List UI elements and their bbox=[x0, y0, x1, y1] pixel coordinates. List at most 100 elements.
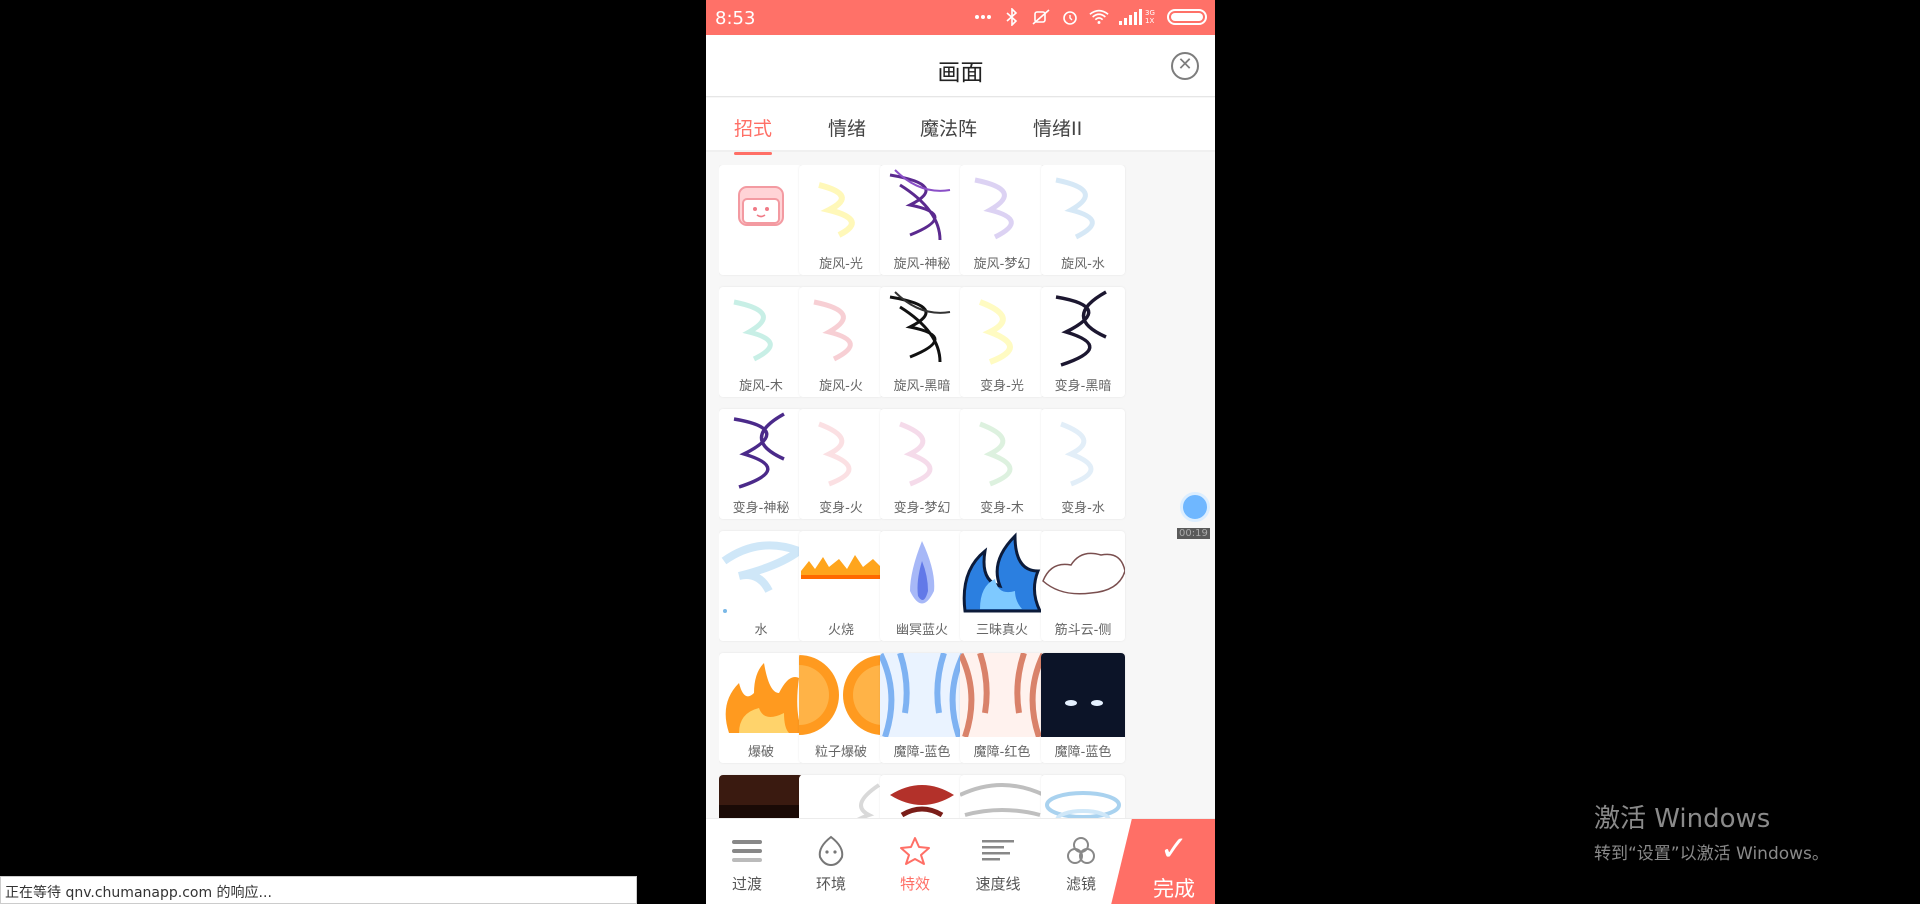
effect-tile[interactable]: 水 bbox=[719, 531, 803, 641]
done-label: 完成 bbox=[1153, 877, 1195, 901]
tab-emotion[interactable]: 情绪 bbox=[828, 114, 866, 141]
effect-tile[interactable]: 魔障-蓝色 bbox=[880, 653, 964, 763]
effect-tile[interactable]: 变身-木 bbox=[960, 409, 1044, 519]
nav-filter[interactable]: 滤镜 bbox=[1051, 833, 1111, 894]
alarm-icon bbox=[1060, 7, 1080, 27]
effect-label: 旋风-光 bbox=[819, 257, 863, 272]
whirlwind-fire-icon bbox=[799, 287, 883, 371]
fire-burn-icon bbox=[799, 531, 883, 615]
effect-label: 变身-黑暗 bbox=[1054, 379, 1112, 394]
effect-label: 旋风-木 bbox=[739, 379, 783, 394]
whirlwind-dark-icon bbox=[880, 287, 964, 371]
nav-label: 速度线 bbox=[975, 875, 1021, 893]
transform-mystery-icon bbox=[719, 409, 803, 493]
effect-label: 旋风-黑暗 bbox=[893, 379, 951, 394]
effect-tile[interactable]: 幽冥蓝火 bbox=[880, 531, 964, 641]
effect-tile[interactable] bbox=[799, 775, 883, 818]
effect-label: 爆破 bbox=[747, 745, 774, 760]
effect-label: 幽冥蓝火 bbox=[895, 623, 948, 638]
effect-tile[interactable]: 变身-黑暗 bbox=[1041, 287, 1125, 397]
effect-tile[interactable] bbox=[719, 165, 803, 275]
explosion-icon bbox=[719, 653, 803, 737]
screen: 8:53 3G 1X 画面 ✕ 招式 情绪 魔法阵 情绪II 旋风-光 旋风-神秘… bbox=[0, 0, 1920, 904]
close-icon[interactable]: ✕ bbox=[1171, 52, 1199, 80]
effect-tile[interactable]: 旋风-火 bbox=[799, 287, 883, 397]
cloud-side-icon bbox=[1041, 531, 1125, 615]
smoke-partial-icon bbox=[799, 775, 883, 818]
transform-light-icon bbox=[960, 287, 1044, 371]
effect-label: 魔障-蓝色 bbox=[1054, 745, 1112, 760]
effect-tile[interactable]: 旋风-神秘 bbox=[880, 165, 964, 275]
effect-label: 三昧真火 bbox=[975, 623, 1028, 638]
toast-icon-icon bbox=[719, 165, 803, 249]
star-icon bbox=[885, 833, 945, 869]
effect-label: 变身-木 bbox=[980, 501, 1024, 516]
transform-dream-icon bbox=[880, 409, 964, 493]
tab-moves[interactable]: 招式 bbox=[734, 114, 773, 155]
effect-tile[interactable]: 爆破 bbox=[719, 653, 803, 763]
status-time: 8:53 bbox=[715, 8, 756, 29]
effect-label: 魔障-蓝色 bbox=[893, 745, 951, 760]
speedline-icon bbox=[968, 833, 1028, 869]
demon-blue-dark-icon bbox=[1041, 653, 1125, 737]
effect-tile[interactable] bbox=[880, 775, 964, 818]
effect-label: 筋斗云-侧 bbox=[1054, 623, 1112, 638]
effect-tile[interactable]: 旋风-光 bbox=[799, 165, 883, 275]
bottom-nav: 过渡 环境 特效 速度线 滤镜 ✓ 完成 bbox=[706, 818, 1215, 904]
effect-tile[interactable]: 变身-水 bbox=[1041, 409, 1125, 519]
mute-icon bbox=[1031, 7, 1051, 27]
effect-tile[interactable]: 变身-光 bbox=[960, 287, 1044, 397]
record-timer: 00:19 bbox=[1177, 528, 1210, 539]
effect-tile[interactable]: 粒子爆破 bbox=[799, 653, 883, 763]
nav-label: 滤镜 bbox=[1065, 875, 1096, 893]
effect-tile[interactable]: 魔障-红色 bbox=[960, 653, 1044, 763]
nav-label: 特效 bbox=[899, 875, 930, 893]
status-icons: 3G 1X bbox=[973, 7, 1207, 27]
water-splash-icon bbox=[719, 531, 803, 615]
effect-tile[interactable]: 变身-火 bbox=[799, 409, 883, 519]
floating-record-button[interactable] bbox=[1180, 492, 1210, 522]
effect-label: 旋风-火 bbox=[819, 379, 863, 394]
signal-icon: 3G 1X bbox=[1118, 7, 1158, 27]
effect-tile[interactable]: 旋风-梦幻 bbox=[960, 165, 1044, 275]
effect-tile[interactable]: 变身-梦幻 bbox=[880, 409, 964, 519]
effect-tile[interactable]: 筋斗云-侧 bbox=[1041, 531, 1125, 641]
tab-magic-circle[interactable]: 魔法阵 bbox=[920, 114, 977, 141]
effect-tile[interactable]: 三昧真火 bbox=[960, 531, 1044, 641]
browser-status-bar: 正在等待 qnv.chumanapp.com 的响应... bbox=[0, 876, 637, 904]
effect-tile[interactable]: 魔障-蓝色 bbox=[1041, 653, 1125, 763]
filter-icon bbox=[1051, 833, 1111, 869]
nav-speedline[interactable]: 速度线 bbox=[968, 833, 1028, 894]
effect-tile[interactable]: 旋风-水 bbox=[1041, 165, 1125, 275]
effect-tile[interactable]: 旋风-木 bbox=[719, 287, 803, 397]
effect-tile[interactable] bbox=[960, 775, 1044, 818]
effect-label: 魔障-红色 bbox=[973, 745, 1031, 760]
demon-red-icon bbox=[960, 653, 1044, 738]
category-tabs: 招式 情绪 魔法阵 情绪II bbox=[706, 98, 1215, 155]
demon-blue-icon bbox=[880, 653, 964, 738]
bluetooth-icon bbox=[1002, 7, 1022, 27]
tornado-partial-icon bbox=[880, 775, 964, 818]
effect-label: 变身-神秘 bbox=[732, 501, 790, 516]
tab-emotion-2[interactable]: 情绪II bbox=[1033, 114, 1082, 141]
nav-effects[interactable]: 特效 bbox=[885, 833, 945, 894]
nav-transition[interactable]: 过渡 bbox=[717, 833, 777, 894]
effect-tile[interactable]: 变身-神秘 bbox=[719, 409, 803, 519]
status-bar: 8:53 3G 1X bbox=[706, 0, 1215, 35]
effect-tile[interactable]: 旋风-黑暗 bbox=[880, 287, 964, 397]
effect-tile[interactable] bbox=[1041, 775, 1125, 818]
dialog-header: 画面 ✕ bbox=[706, 35, 1215, 97]
done-button[interactable]: ✓ 完成 bbox=[1111, 819, 1215, 904]
samadhi-fire-icon bbox=[960, 531, 1044, 615]
transform-water-icon bbox=[1041, 409, 1125, 493]
effect-tile[interactable]: 火烧 bbox=[799, 531, 883, 641]
effect-tile[interactable] bbox=[719, 775, 803, 818]
nav-environment[interactable]: 环境 bbox=[801, 833, 861, 894]
effect-label: 变身-火 bbox=[819, 501, 863, 516]
wifi-icon bbox=[1089, 7, 1109, 27]
windows-activation-watermark: 激活 Windows 转到“设置”以激活 Windows。 bbox=[1594, 798, 1829, 864]
effect-label: 旋风-水 bbox=[1061, 257, 1105, 272]
effect-label: 水 bbox=[754, 623, 768, 638]
effect-label: 粒子爆破 bbox=[814, 745, 867, 760]
whirlwind-water-icon bbox=[1041, 165, 1125, 249]
